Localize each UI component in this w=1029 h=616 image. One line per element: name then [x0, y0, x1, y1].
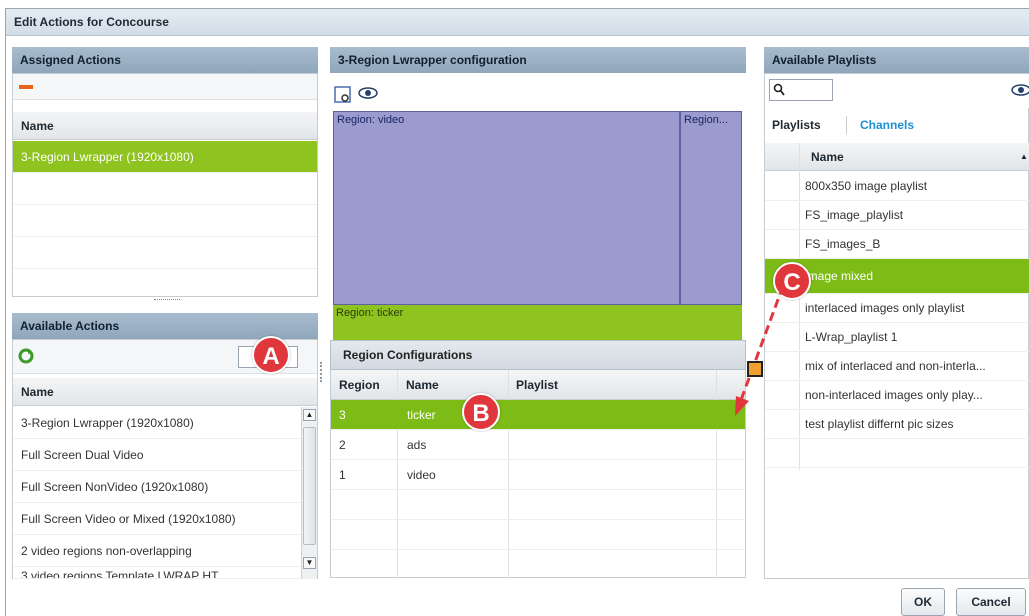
list-item[interactable]: 3-Region Lwrapper (1920x1080) — [13, 407, 301, 439]
assigned-row-selected[interactable]: 3-Region Lwrapper (1920x1080) — [13, 141, 317, 173]
list-item[interactable]: test playlist differnt pic sizes — [765, 410, 1029, 439]
list-item — [13, 237, 317, 269]
cell-region: 3 — [339, 408, 346, 422]
assigned-name-column[interactable]: Name — [13, 112, 317, 140]
table-row[interactable]: 2 ads — [331, 430, 745, 460]
playlists-toolbar — [765, 74, 1029, 108]
playlist-search-input[interactable] — [769, 79, 833, 101]
refresh-icon[interactable] — [18, 348, 34, 364]
preview-eye-icon[interactable] — [1011, 83, 1029, 97]
region-table-header: Region Name Playlist — [331, 370, 745, 400]
column-name[interactable]: Name — [406, 370, 439, 400]
tab-channels[interactable]: Channels — [860, 118, 914, 132]
drag-arrow-icon — [735, 285, 785, 416]
table-row — [331, 520, 745, 550]
cell-region: 1 — [339, 468, 346, 482]
annotation-badge-b: B — [462, 393, 500, 431]
cell-name: video — [407, 468, 436, 482]
list-item[interactable]: 3 video regions Template LWRAP HT — [13, 567, 301, 579]
tab-playlists[interactable]: Playlists — [772, 118, 821, 132]
config-toolbar — [330, 80, 746, 108]
table-row-selected[interactable]: 3 ticker — [331, 400, 745, 430]
search-icon — [773, 83, 785, 96]
list-item[interactable]: mix of interlaced and non-interla... — [765, 352, 1029, 381]
cell-name: ticker — [407, 408, 436, 422]
column-playlist[interactable]: Playlist — [516, 370, 558, 400]
scroll-thumb[interactable] — [303, 427, 316, 545]
remove-icon[interactable] — [19, 85, 33, 89]
region-video[interactable]: Region: video — [333, 111, 680, 305]
splitter-handle[interactable] — [154, 299, 180, 302]
list-item[interactable]: interlaced images only playlist — [765, 294, 1029, 323]
preview-eye-icon[interactable] — [358, 86, 378, 100]
scroll-up-icon[interactable]: ▲ — [303, 409, 316, 421]
list-item[interactable]: Full Screen Video or Mixed (1920x1080) — [13, 503, 301, 535]
assigned-toolbar — [13, 74, 317, 100]
zoom-page-icon[interactable] — [334, 86, 352, 104]
dialog-title: Edit Actions for Concourse — [6, 9, 1029, 36]
list-item[interactable]: 2 video regions non-overlapping — [13, 535, 301, 567]
table-row — [331, 490, 745, 520]
list-item[interactable]: Full Screen Dual Video — [13, 439, 301, 471]
panel-divider[interactable] — [320, 362, 322, 382]
playlists-header: Available Playlists — [764, 47, 1029, 73]
list-item[interactable]: non-interlaced images only play... — [765, 381, 1029, 410]
drag-cursor-icon — [747, 361, 763, 377]
list-item[interactable]: 800x350 image playlist — [765, 172, 1029, 201]
list-item[interactable]: L-Wrap_playlist 1 — [765, 323, 1029, 352]
region-right[interactable]: Region... — [680, 111, 742, 305]
column-region[interactable]: Region — [339, 370, 380, 400]
assigned-actions-header: Assigned Actions — [12, 47, 318, 73]
region-ticker[interactable]: Region: ticker — [333, 305, 742, 340]
cell-region: 2 — [339, 438, 346, 452]
list-item[interactable]: FS_images_B — [765, 230, 1029, 259]
ok-button[interactable]: OK — [901, 588, 945, 616]
available-scrollbar[interactable]: ▲ ▼ — [301, 407, 317, 579]
config-header: 3-Region Lwrapper configuration — [330, 47, 746, 73]
list-item[interactable]: FS_image_playlist — [765, 201, 1029, 230]
column-name-label: Name — [811, 150, 844, 164]
list-item — [13, 205, 317, 237]
tab-divider — [846, 116, 847, 134]
region-configurations-header: Region Configurations — [330, 340, 746, 370]
cancel-button[interactable]: Cancel — [956, 588, 1026, 616]
sort-asc-icon: ▲ — [1020, 152, 1028, 161]
cell-name: ads — [407, 438, 427, 452]
annotation-badge-a: A — [252, 336, 290, 374]
scroll-down-icon[interactable]: ▼ — [303, 557, 316, 569]
table-row[interactable]: 1 video — [331, 460, 745, 490]
playlist-name-column[interactable]: Name ▲ — [765, 143, 1029, 171]
list-item — [13, 173, 317, 205]
list-item — [765, 439, 1029, 468]
available-name-column[interactable]: Name — [13, 378, 317, 406]
list-item[interactable]: Full Screen NonVideo (1920x1080) — [13, 471, 301, 503]
